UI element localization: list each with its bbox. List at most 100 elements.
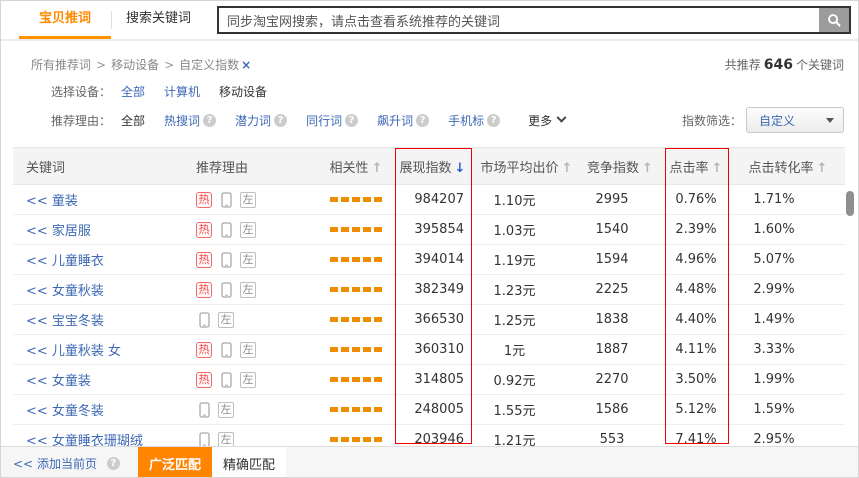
left-badge: 左 — [240, 222, 256, 238]
keyword-link[interactable]: << 家居服 — [13, 220, 183, 239]
reason-badges: 热左 — [183, 252, 321, 268]
help-icon[interactable]: ? — [274, 114, 287, 127]
relevance-bar-segment — [363, 287, 371, 292]
ctr-value: 0.76% — [661, 192, 731, 207]
reason-badges: 热左 — [183, 222, 321, 238]
breadcrumb-separator: > — [164, 58, 174, 72]
reason-option[interactable]: 潜力词? — [235, 112, 287, 129]
reason-badges: 热左 — [183, 192, 321, 208]
relevance-bar-segment — [363, 197, 371, 202]
index-filter-label: 指数筛选： — [682, 112, 742, 129]
sort-up-icon[interactable]: ↑ — [562, 161, 573, 176]
relevance-bar-segment — [352, 347, 360, 352]
breadcrumb: 所有推荐词>移动设备>自定义指数× — [31, 56, 251, 73]
reason-option[interactable]: 全部 — [121, 112, 145, 129]
device-option[interactable]: 计算机 — [164, 83, 200, 100]
keyword-link[interactable]: << 儿童秋装 女 — [13, 340, 183, 359]
help-icon[interactable]: ? — [416, 114, 429, 127]
total-prefix: 共推荐 — [725, 58, 761, 72]
sort-up-icon[interactable]: ↑ — [817, 161, 828, 176]
competition-index-value: 2270 — [579, 372, 661, 387]
cvr-value: 3.33% — [731, 342, 845, 357]
column-header[interactable]: 点击转化率↑ — [731, 157, 845, 176]
add-current-page-link[interactable]: << 添加当前页 — [13, 455, 97, 472]
more-filters-button[interactable]: 更多 — [528, 112, 565, 129]
relevance-bar-segment — [341, 347, 349, 352]
index-filter-dropdown[interactable]: 自定义 — [746, 107, 844, 133]
column-header[interactable]: 推荐理由 — [183, 157, 321, 176]
device-option[interactable]: 全部 — [121, 83, 145, 100]
keyword-link[interactable]: << 女童冬装 — [13, 400, 183, 419]
column-header[interactable]: 市场平均出价↑ — [474, 157, 579, 176]
column-header[interactable]: 竞争指数↑ — [579, 157, 661, 176]
relevance-bar-segment — [363, 317, 371, 322]
relevance-bar-segment — [374, 257, 382, 262]
relevance-bars — [321, 377, 391, 382]
sort-down-icon[interactable]: ↓ — [455, 161, 466, 176]
breadcrumb-close-icon[interactable]: × — [241, 58, 251, 72]
competition-index-value: 1887 — [579, 342, 661, 357]
relevance-bar-segment — [374, 437, 382, 442]
broad-match-button[interactable]: 广泛匹配 — [138, 447, 212, 478]
relevance-bar-segment — [352, 407, 360, 412]
market-avg-price-value: 1.03元 — [474, 220, 579, 239]
search-box — [217, 6, 851, 34]
breadcrumb-item[interactable]: 自定义指数 — [179, 56, 239, 73]
relevance-bar-segment — [374, 407, 382, 412]
reason-option[interactable]: 热搜词? — [164, 112, 216, 129]
relevance-bar-segment — [363, 227, 371, 232]
hot-badge: 热 — [196, 222, 212, 238]
search-input[interactable] — [219, 8, 819, 32]
keyword-table: 关键词推荐理由相关性↑展现指数↓市场平均出价↑竞争指数↑点击率↑点击转化率↑ <… — [13, 147, 845, 455]
relevance-bar-segment — [330, 227, 338, 232]
relevance-bar-segment — [330, 377, 338, 382]
market-avg-price-value: 1.10元 — [474, 190, 579, 209]
keyword-link[interactable]: << 女童秋装 — [13, 280, 183, 299]
hot-badge: 热 — [196, 252, 212, 268]
search-button[interactable] — [819, 8, 849, 32]
market-avg-price-value: 1.19元 — [474, 250, 579, 269]
keyword-link[interactable]: << 宝宝冬装 — [13, 310, 183, 329]
tab-item-keyword-recommend[interactable]: 宝贝推词 — [19, 1, 111, 39]
relevance-bar-segment — [374, 287, 382, 292]
keyword-link[interactable]: << 儿童睡衣 — [13, 250, 183, 269]
ctr-value: 5.12% — [661, 402, 731, 417]
help-icon[interactable]: ? — [487, 114, 500, 127]
cvr-value: 5.07% — [731, 252, 845, 267]
cvr-value: 2.99% — [731, 282, 845, 297]
column-header[interactable]: 相关性↑ — [321, 157, 391, 176]
relevance-bar-segment — [352, 227, 360, 232]
table-row: << 女童装热左3148050.92元22703.50%1.99% — [13, 365, 845, 395]
impression-index-value: 203946 — [391, 432, 474, 447]
reason-option[interactable]: 飙升词? — [377, 112, 429, 129]
keyword-link[interactable]: << 女童装 — [13, 370, 183, 389]
cvr-value: 2.95% — [731, 432, 845, 447]
reason-option[interactable]: 手机标? — [448, 112, 500, 129]
help-icon[interactable]: ? — [203, 114, 216, 127]
sort-up-icon[interactable]: ↑ — [642, 161, 653, 176]
competition-index-value: 1594 — [579, 252, 661, 267]
relevance-bar-segment — [374, 377, 382, 382]
column-header[interactable]: 点击率↑ — [661, 157, 731, 176]
market-avg-price-value: 1元 — [474, 340, 579, 359]
sort-up-icon[interactable]: ↑ — [372, 161, 383, 176]
reason-option[interactable]: 同行词? — [306, 112, 358, 129]
help-icon[interactable]: ? — [107, 457, 120, 470]
hot-badge: 热 — [196, 372, 212, 388]
help-icon[interactable]: ? — [345, 114, 358, 127]
breadcrumb-item[interactable]: 所有推荐词 — [31, 56, 91, 73]
caret-down-icon — [826, 118, 834, 123]
sort-up-icon[interactable]: ↑ — [712, 161, 723, 176]
exact-match-button[interactable]: 精确匹配 — [212, 447, 286, 478]
scrollbar-thumb[interactable] — [846, 191, 854, 216]
device-option[interactable]: 移动设备 — [219, 83, 267, 100]
table-body: << 童装热左9842071.10元29950.76%1.71%<< 家居服热左… — [13, 185, 845, 455]
keyword-link[interactable]: << 童装 — [13, 190, 183, 209]
mobile-icon — [196, 402, 212, 418]
column-header[interactable]: 关键词 — [13, 157, 183, 176]
column-header[interactable]: 展现指数↓ — [391, 157, 474, 176]
tab-search-keywords[interactable]: 搜索关键词 — [112, 1, 205, 39]
relevance-bar-segment — [330, 287, 338, 292]
mobile-icon — [196, 312, 212, 328]
breadcrumb-item[interactable]: 移动设备 — [111, 56, 159, 73]
